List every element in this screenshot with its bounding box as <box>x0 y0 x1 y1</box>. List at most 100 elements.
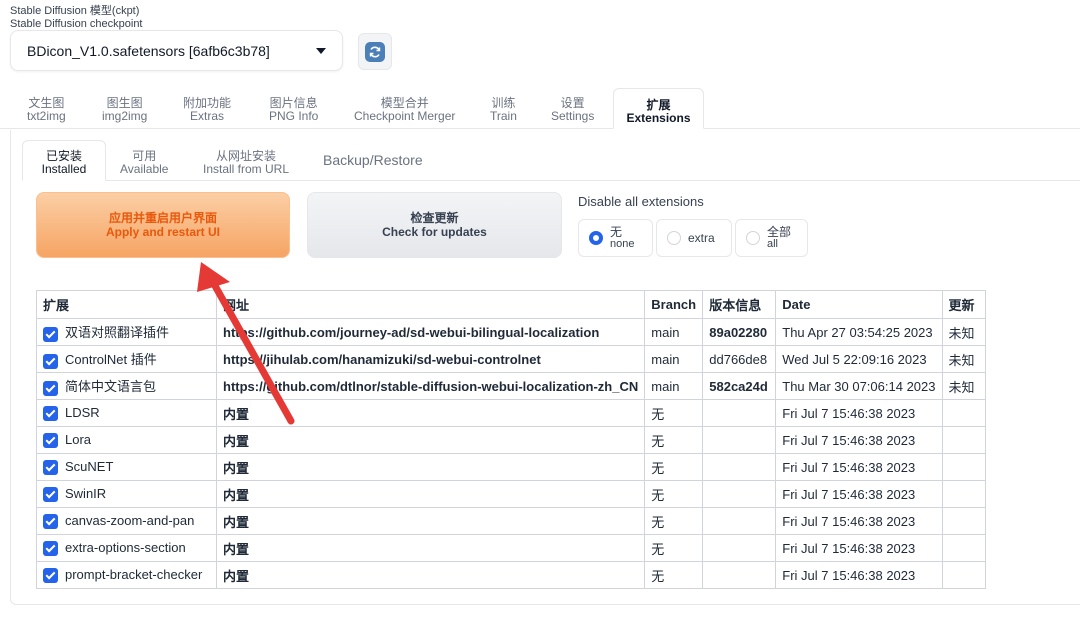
tab-train[interactable]: 训练 Train <box>490 97 517 123</box>
tab-installed[interactable]: 已安装 Installed <box>22 140 106 181</box>
extension-name: canvas-zoom-and-pan <box>36 507 217 535</box>
col-branch: Branch <box>644 290 704 319</box>
enable-checkbox[interactable] <box>43 353 58 369</box>
extension-name: 简体中文语言包 <box>36 372 217 400</box>
tab-settings[interactable]: 设置 Settings <box>551 97 594 123</box>
extension-name-label: ControlNet 插件 <box>65 352 157 368</box>
table-header-row: 扩展 网址 Branch 版本信息 Date 更新 <box>36 290 986 319</box>
extension-update-status <box>941 426 986 454</box>
extension-branch: 无 <box>644 507 704 535</box>
tab-extras[interactable]: 附加功能 Extras <box>183 97 231 123</box>
enable-checkbox[interactable] <box>43 568 58 584</box>
apply-label-en: Apply and restart UI <box>105 225 221 239</box>
extension-url: 内置 <box>215 453 646 481</box>
col-version: 版本信息 <box>702 290 777 319</box>
chevron-down-icon <box>316 47 326 54</box>
extension-branch: main <box>644 318 704 346</box>
enable-checkbox[interactable] <box>43 541 58 557</box>
extension-date: Fri Jul 7 15:46:38 2023 <box>775 426 943 454</box>
extension-version <box>702 534 777 562</box>
tab-txt2img[interactable]: 文生图 txt2img <box>27 97 66 123</box>
extension-name-label: prompt-bracket-checker <box>65 566 203 582</box>
table-row: LDSR 内置无 Fri Jul 7 15:46:38 2023 <box>36 399 986 427</box>
enable-checkbox[interactable] <box>43 380 58 396</box>
tab-extensions[interactable]: 扩展 Extensions <box>613 88 704 129</box>
checkpoint-label: Stable Diffusion 模型(ckpt) Stable Diffusi… <box>10 5 143 31</box>
extension-name-label: LDSR <box>65 404 100 420</box>
extension-url: 内置 <box>215 561 646 589</box>
table-row: extra-options-section 内置无 Fri Jul 7 15:46:… <box>36 534 986 562</box>
radio-selected-icon <box>589 231 603 245</box>
extension-name: extra-options-section <box>36 534 217 562</box>
extension-version: 89a02280 <box>702 318 777 346</box>
extension-update-status <box>941 534 986 562</box>
extension-name: LDSR <box>36 399 217 427</box>
extension-name-label: 简体中文语言包 <box>65 379 157 395</box>
extension-url: https://github.com/journey-ad/sd-webui-b… <box>215 318 646 346</box>
col-extension: 扩展 <box>36 290 217 319</box>
tab-install-from-url[interactable]: 从网址安装 Install from URL <box>203 150 289 176</box>
extension-branch: 无 <box>644 480 704 508</box>
tab-img2img[interactable]: 图生图 img2img <box>102 97 147 123</box>
extension-name: 双语对照翻译插件 <box>36 318 217 346</box>
col-update: 更新 <box>941 290 986 319</box>
tab-checkpoint-merger[interactable]: 模型合并 Checkpoint Merger <box>354 97 455 123</box>
extension-version <box>702 561 777 589</box>
radio-none[interactable]: 无 none <box>578 219 653 257</box>
extension-url: 内置 <box>215 534 646 562</box>
extension-version <box>702 426 777 454</box>
extension-name-label: canvas-zoom-and-pan <box>65 512 195 528</box>
check-label-en: Check for updates <box>382 225 487 239</box>
apply-and-restart-button[interactable]: 应用并重启用户界面 Apply and restart UI <box>36 192 290 258</box>
extension-branch: main <box>644 345 704 373</box>
tab-backup-restore[interactable]: Backup/Restore <box>323 153 423 167</box>
extension-update-status <box>941 399 986 427</box>
table-row: 双语对照翻译插件 https://github.com/journey-ad/sd… <box>36 318 986 346</box>
extension-version <box>702 399 777 427</box>
extension-branch: 无 <box>644 561 704 589</box>
refresh-icon <box>365 41 385 62</box>
extensions-sub-tab-bar: 已安装 Installed 可用 Available 从网址安装 Install fr… <box>22 140 1080 182</box>
apply-label-cn: 应用并重启用户界面 <box>108 211 217 225</box>
enable-checkbox[interactable] <box>43 433 58 449</box>
enable-checkbox[interactable] <box>43 406 58 422</box>
extension-version <box>702 453 777 481</box>
checkpoint-value: BDicon_V1.0.safetensors [6afb6c3b78] <box>27 42 270 59</box>
extension-version: dd766de8 <box>702 345 777 373</box>
radio-all[interactable]: 全部 all <box>735 219 808 257</box>
tab-available[interactable]: 可用 Available <box>120 150 168 176</box>
extension-name: ScuNET <box>36 453 217 481</box>
tab-png-info[interactable]: 图片信息 PNG Info <box>269 97 318 123</box>
main-tab-bar: 文生图 txt2img 图生图 img2img 附加功能 Extras 图片信息 PNG… <box>0 88 1080 130</box>
check-for-updates-button[interactable]: 检查更新 Check for updates <box>307 192 562 258</box>
radio-unselected-icon <box>667 231 681 245</box>
radio-extra[interactable]: extra <box>656 219 732 257</box>
extension-branch: 无 <box>644 426 704 454</box>
extension-date: Wed Jul 5 22:09:16 2023 <box>775 345 943 373</box>
col-date: Date <box>775 290 943 319</box>
enable-checkbox[interactable] <box>43 487 58 503</box>
refresh-checkpoint-button[interactable] <box>358 33 392 70</box>
extension-update-status: 未知 <box>941 318 986 346</box>
table-row: SwinIR 内置无 Fri Jul 7 15:46:38 2023 <box>36 480 986 508</box>
extension-url: 内置 <box>215 426 646 454</box>
table-row: prompt-bracket-checker 内置无 Fri Jul 7 15:46… <box>36 561 986 589</box>
table-row: 简体中文语言包 https://github.com/dtlnor/stable-… <box>36 372 986 400</box>
extension-name-label: extra-options-section <box>65 539 186 555</box>
extension-date: Fri Jul 7 15:46:38 2023 <box>775 480 943 508</box>
extension-date: Fri Jul 7 15:46:38 2023 <box>775 399 943 427</box>
extension-version <box>702 480 777 508</box>
extension-name: ControlNet 插件 <box>36 345 217 373</box>
extension-update-status <box>941 561 986 589</box>
extension-version <box>702 507 777 535</box>
col-url: 网址 <box>215 290 646 319</box>
extension-name-label: 双语对照翻译插件 <box>65 325 170 341</box>
extension-date: Fri Jul 7 15:46:38 2023 <box>775 453 943 481</box>
enable-checkbox[interactable] <box>43 460 58 476</box>
extension-branch: 无 <box>644 399 704 427</box>
extension-name: prompt-bracket-checker <box>36 561 217 589</box>
checkpoint-dropdown[interactable]: BDicon_V1.0.safetensors [6afb6c3b78] <box>10 30 343 71</box>
enable-checkbox[interactable] <box>43 326 58 342</box>
extension-branch: 无 <box>644 534 704 562</box>
enable-checkbox[interactable] <box>43 514 58 530</box>
